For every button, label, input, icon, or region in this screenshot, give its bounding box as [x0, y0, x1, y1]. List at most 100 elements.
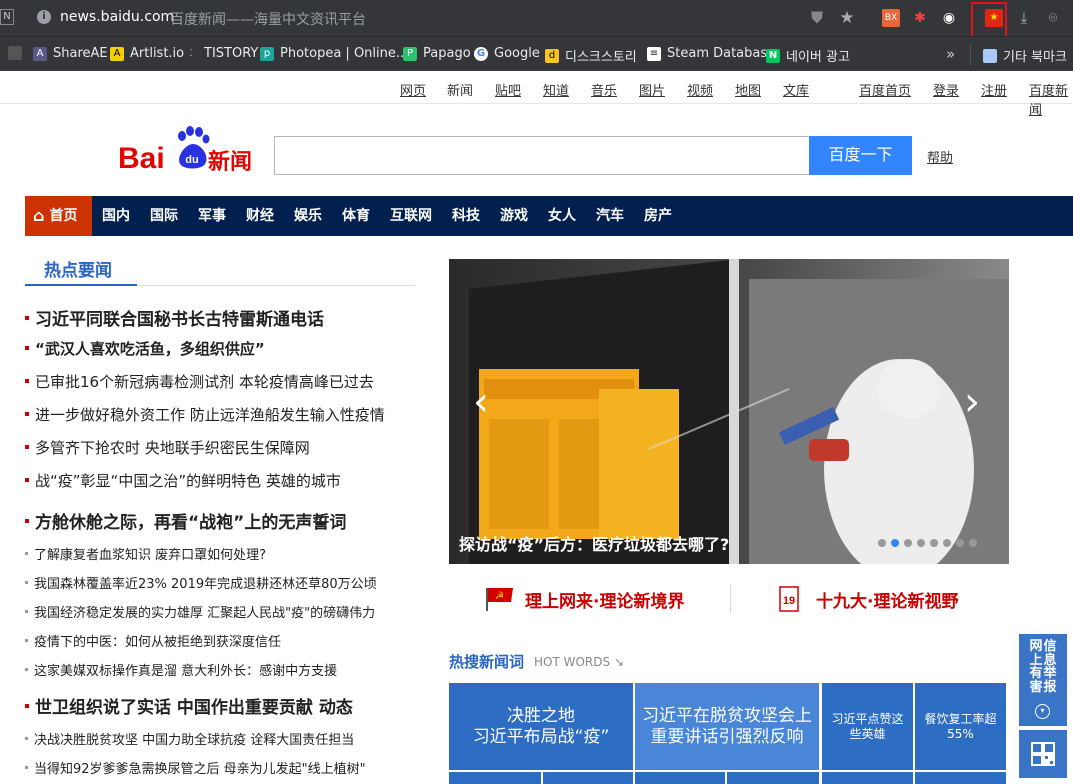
baidu-paw-icon: du	[178, 126, 210, 169]
download-icon[interactable]: ⤓	[1015, 9, 1033, 27]
topnav-baidu-home[interactable]: 百度首页	[859, 80, 911, 99]
news-headline[interactable]: 进一步做好稳外资工作 防止远洋渔船发生输入性疫情	[25, 404, 385, 425]
nav-finance[interactable]: 财经	[246, 196, 274, 236]
news-headline[interactable]: 战“疫”彰显“中国之治”的鲜明特色 英雄的城市	[25, 470, 341, 491]
site-info-icon[interactable]: i	[37, 10, 51, 24]
topnav-images[interactable]: 图片	[639, 80, 665, 99]
news-headline[interactable]: 习近平同联合国秘书长古特雷斯通电话	[25, 305, 324, 330]
topnav-video[interactable]: 视频	[687, 80, 713, 99]
search-button[interactable]: 百度一下	[809, 136, 912, 175]
bookmark-label: 네이버 광고	[786, 50, 850, 65]
topnav-web[interactable]: 网页	[400, 80, 426, 99]
hot-word-tile[interactable]: 习近平在脱贫攻坚会上重要讲话引强烈反响	[635, 683, 819, 770]
puzzle-extension-icon[interactable]: ✱	[911, 9, 929, 27]
svg-text:19: 19	[783, 595, 795, 607]
slide-dot[interactable]	[956, 539, 964, 547]
qr-code-button[interactable]	[1019, 730, 1067, 778]
nav-realestate[interactable]: 房产	[644, 196, 672, 236]
report-harmful-info-button[interactable]: 网上有害信息举报 ▾	[1019, 634, 1067, 726]
topnav-baidu-news[interactable]: 百度新闻	[1029, 80, 1073, 118]
bookmark-item[interactable]: A Artlist.io	[110, 46, 184, 61]
topnav-tieba[interactable]: 贴吧	[495, 80, 521, 99]
hot-word-tile[interactable]: 决胜之地 习近平布局战“疫”	[449, 683, 633, 770]
slide-dot[interactable]	[917, 539, 925, 547]
bookmarks-divider	[970, 45, 971, 65]
slide-dot[interactable]	[878, 539, 886, 547]
hot-word-tile-partial[interactable]	[635, 772, 725, 784]
nav-internet[interactable]: 互联网	[390, 196, 432, 236]
bookmark-item[interactable]: A ShareAE	[33, 46, 108, 61]
slide-next-button[interactable]: ›	[964, 379, 980, 425]
bookmark-item[interactable]: d 디스크스토리	[545, 46, 637, 65]
bookmark-apps[interactable]	[8, 46, 28, 60]
news-headline[interactable]: 这家美媒双标操作真是溜 意大利外长：感谢中方支援	[25, 660, 337, 679]
slide-dot[interactable]	[943, 539, 951, 547]
nav-sports[interactable]: 体育	[342, 196, 370, 236]
bookmark-item[interactable]: N 네이버 광고	[766, 46, 850, 65]
nav-games[interactable]: 游戏	[500, 196, 528, 236]
slide-prev-button[interactable]: ‹	[473, 379, 489, 425]
bookmark-item[interactable]: G Google	[474, 46, 540, 61]
bookmark-star-icon[interactable]: ★	[838, 9, 856, 27]
tab-favicon-icon[interactable]: N	[0, 9, 14, 25]
news-headline[interactable]: 决战决胜脱贫攻坚 中国力助全球抗疫 诠释大国责任担当	[25, 729, 354, 748]
theory-banner-left[interactable]: ☭ 理上网来·理论新境界	[485, 586, 684, 612]
topnav-login[interactable]: 登录	[933, 80, 959, 99]
news-headline[interactable]: 我国森林覆盖率近23% 2019年完成退耕还林还草80万公顷	[25, 573, 377, 592]
bookmarks-overflow-icon[interactable]: »	[946, 45, 955, 63]
artlist-icon: A	[110, 46, 124, 61]
shield-icon[interactable]: ⛊	[808, 9, 826, 27]
news-headline[interactable]: “武汉人喜欢吃活鱼，多组织供应”	[25, 338, 265, 359]
slide-caption[interactable]: 探访战“疫”后方：医疗垃圾都去哪了?	[459, 531, 729, 555]
nav-tech[interactable]: 科技	[452, 196, 480, 236]
bx-extension-icon[interactable]: BX	[882, 9, 900, 27]
nav-auto[interactable]: 汽车	[596, 196, 624, 236]
search-input[interactable]	[274, 136, 810, 175]
news-headline[interactable]: 方舱休舱之际，再看“战袍”上的无声誓词	[25, 508, 346, 533]
bookmark-item[interactable]: P Papago	[403, 46, 471, 61]
topnav-wenku[interactable]: 文库	[783, 80, 809, 99]
topnav-music[interactable]: 音乐	[591, 80, 617, 99]
address-url[interactable]: news.baidu.com	[60, 9, 174, 25]
nav-international[interactable]: 国际	[150, 196, 178, 236]
headline-slideshow[interactable]: ‹ › 探访战“疫”后方：医疗垃圾都去哪了?	[449, 259, 1009, 564]
news-headline[interactable]: 我国经济稳定发展的实力雄厚 汇聚起人民战"疫"的磅礴伟力	[25, 602, 375, 621]
nav-entertainment[interactable]: 娱乐	[294, 196, 322, 236]
tistory-icon: ⁚	[189, 47, 193, 59]
hot-word-tile-partial[interactable]	[822, 772, 913, 784]
news-headline[interactable]: 已审批16个新冠病毒检测试剂 本轮疫情高峰已过去	[25, 371, 374, 392]
slide-dot[interactable]	[930, 539, 938, 547]
mouse-extension-icon[interactable]: ◉	[940, 9, 958, 27]
nav-domestic[interactable]: 国内	[102, 196, 130, 236]
topnav-map[interactable]: 地图	[735, 80, 761, 99]
hot-word-tile-partial[interactable]	[915, 772, 1006, 784]
nav-women[interactable]: 女人	[548, 196, 576, 236]
nav-military[interactable]: 军事	[198, 196, 226, 236]
hot-word-tile-partial[interactable]	[449, 772, 541, 784]
news-headline[interactable]: 多管齐下抢农时 央地联手织密民生保障网	[25, 437, 310, 458]
hot-word-tile-partial[interactable]	[543, 772, 633, 784]
topnav-register[interactable]: 注册	[981, 80, 1007, 99]
theory-banner-right[interactable]: 19 十九大·理论新视野	[776, 586, 958, 612]
hot-word-tile[interactable]: 习近平点赞这些英雄	[822, 683, 913, 770]
topnav-zhidao[interactable]: 知道	[543, 80, 569, 99]
bookmark-item[interactable]: p Photopea | Online...	[260, 46, 408, 61]
baidu-news-logo[interactable]: Bai du 新闻	[118, 124, 258, 175]
bookmark-item[interactable]: ⁚ TISTORY	[184, 46, 258, 61]
news-headline[interactable]: 疫情下的中医：如何从被拒绝到获深度信任	[25, 631, 281, 650]
slide-dot[interactable]	[969, 539, 977, 547]
screen-capture-icon[interactable]: ⌾	[1044, 9, 1062, 27]
other-bookmarks[interactable]: 기타 북마크	[983, 46, 1067, 65]
slide-dot[interactable]	[904, 539, 912, 547]
logo-du-text: du	[185, 154, 198, 166]
news-headline[interactable]: 当得知92岁爹爹急需换尿管之后 母亲为儿发起"线上植树"	[25, 758, 366, 777]
bookmark-item[interactable]: ≡ Steam Database	[647, 46, 775, 61]
hot-word-tile[interactable]: 餐饮复工率超55%	[915, 683, 1006, 770]
topnav-news[interactable]: 新闻	[447, 80, 473, 99]
hot-word-tile-partial[interactable]	[727, 772, 819, 784]
news-headline[interactable]: 世卫组织说了实话 中国作出重要贡献 动态	[25, 693, 353, 718]
news-headline[interactable]: 了解康复者血浆知识 废弃口罩如何处理?	[25, 544, 266, 563]
help-link[interactable]: 帮助	[927, 147, 953, 166]
nav-home[interactable]: ⌂ 首页	[25, 196, 92, 236]
slide-dot-active[interactable]	[891, 539, 899, 547]
